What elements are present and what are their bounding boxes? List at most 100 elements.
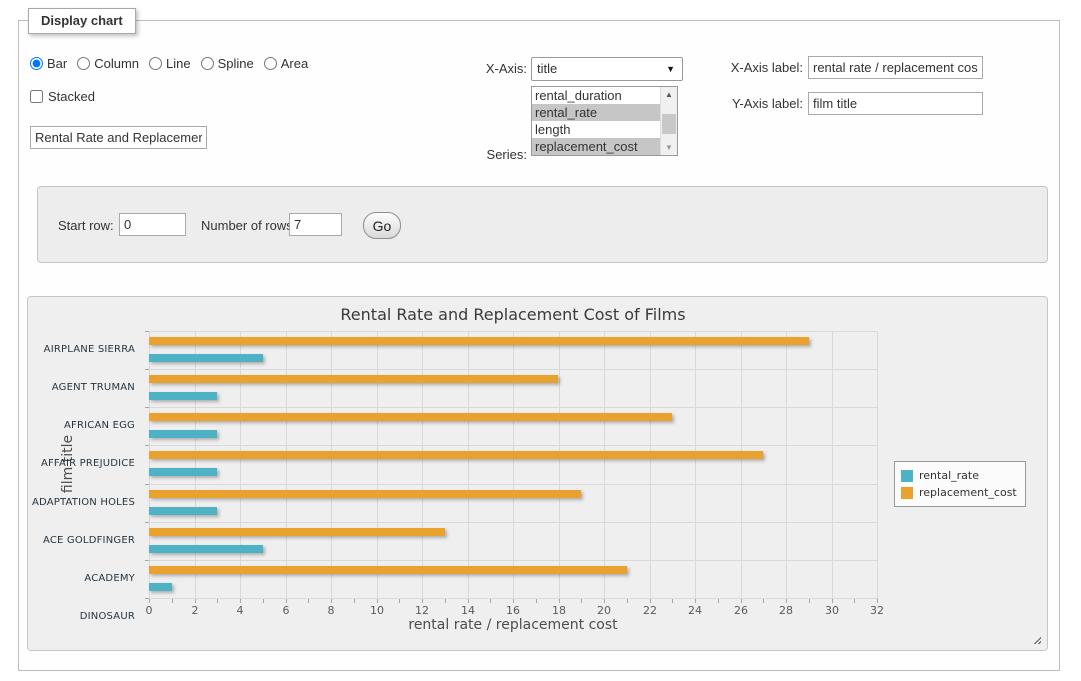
start-row-input[interactable] — [119, 213, 186, 236]
plot-area — [149, 331, 877, 598]
radio-label-line: Line — [166, 56, 191, 71]
bar-replacement_cost[interactable] — [149, 337, 809, 345]
number-of-rows-input[interactable] — [289, 213, 342, 236]
legend-label-rental_rate: rental_rate — [919, 469, 979, 482]
start-row-label: Start row: — [58, 218, 114, 233]
series-scrollbar[interactable]: ▲ ▼ — [660, 87, 677, 155]
bar-replacement_cost[interactable] — [149, 413, 672, 421]
dropdown-arrow-icon: ▼ — [666, 65, 675, 74]
x-tick-label: 2 — [175, 604, 215, 617]
fieldset-legend: Display chart — [28, 8, 136, 34]
x-axis-tick — [331, 599, 332, 603]
x-tick-label: 24 — [675, 604, 715, 617]
y-category-label: ACADEMY DINOSAUR — [28, 560, 142, 598]
y-axis-tick — [145, 369, 149, 370]
chart-legend: rental_rate replacement_cost — [894, 461, 1026, 507]
y-category-label: AFRICAN EGG — [28, 407, 142, 445]
x-axis-tick — [559, 599, 560, 603]
gridline-horizontal — [149, 331, 877, 332]
number-of-rows-label: Number of rows: — [201, 218, 296, 233]
gridline-vertical — [468, 331, 469, 598]
go-button[interactable]: Go — [363, 212, 401, 239]
bar-replacement_cost[interactable] — [149, 451, 763, 459]
gridline-horizontal — [149, 560, 877, 561]
bar-rental_rate[interactable] — [149, 430, 217, 438]
x-tick-label: 28 — [766, 604, 806, 617]
bar-rental_rate[interactable] — [149, 392, 217, 400]
x-axis-label-label: X-Axis label: — [715, 60, 803, 75]
series-option-rental_duration[interactable]: rental_duration — [532, 87, 660, 104]
gridline-horizontal — [149, 522, 877, 523]
x-axis-tick — [604, 599, 605, 603]
gridline-vertical — [422, 331, 423, 598]
scroll-down-icon[interactable]: ▼ — [661, 140, 677, 155]
x-axis-tick — [195, 599, 196, 603]
bar-rental_rate[interactable] — [149, 545, 263, 553]
chart-canvas: Rental Rate and Replacement Cost of Film… — [28, 297, 1047, 650]
series-option-rental_rate[interactable]: rental_rate — [532, 104, 660, 121]
gridline-vertical — [695, 331, 696, 598]
x-axis-tick — [627, 599, 628, 603]
y-axis-tick — [145, 407, 149, 408]
chart-type-option-area[interactable]: Area — [264, 56, 308, 71]
x-axis-tick — [832, 599, 833, 603]
x-axis-label-input[interactable] — [808, 56, 983, 79]
chart-type-option-bar[interactable]: Bar — [30, 56, 67, 71]
y-axis-tick — [145, 560, 149, 561]
x-axis-title: rental rate / replacement cost — [149, 617, 877, 633]
chart-title-input[interactable] — [30, 126, 207, 149]
bar-replacement_cost[interactable] — [149, 566, 627, 574]
chart-type-option-line[interactable]: Line — [149, 56, 191, 71]
chart-type-option-column[interactable]: Column — [77, 56, 139, 71]
x-tick-label: 16 — [493, 604, 533, 617]
x-axis-tick — [741, 599, 742, 603]
legend-label-replacement_cost: replacement_cost — [919, 486, 1017, 499]
radio-area[interactable] — [264, 57, 277, 70]
x-tick-label: 14 — [448, 604, 488, 617]
gridline-vertical — [741, 331, 742, 598]
scroll-up-icon[interactable]: ▲ — [661, 87, 677, 102]
x-axis-tick — [695, 599, 696, 603]
gridline-vertical — [331, 331, 332, 598]
series-option-length[interactable]: length — [532, 121, 660, 138]
bar-replacement_cost[interactable] — [149, 375, 558, 383]
radio-bar[interactable] — [30, 57, 43, 70]
x-axis-select[interactable]: title ▼ — [531, 57, 683, 81]
legend-item-replacement_cost[interactable]: replacement_cost — [901, 484, 1017, 501]
x-axis-tick — [217, 599, 218, 603]
x-tick-label: 8 — [311, 604, 351, 617]
x-axis-tick — [286, 599, 287, 603]
x-tick-label: 32 — [857, 604, 897, 617]
bar-rental_rate[interactable] — [149, 468, 217, 476]
radio-spline[interactable] — [201, 57, 214, 70]
gridline-horizontal — [149, 484, 877, 485]
chart-type-option-spline[interactable]: Spline — [201, 56, 254, 71]
x-axis-tick — [354, 599, 355, 603]
x-axis-tick — [172, 599, 173, 603]
gridline-vertical — [286, 331, 287, 598]
bar-rental_rate[interactable] — [149, 354, 263, 362]
y-axis-label-input[interactable] — [808, 92, 983, 115]
x-axis-tick — [263, 599, 264, 603]
x-axis-tick — [468, 599, 469, 603]
scrollbar-thumb[interactable] — [662, 114, 676, 134]
bar-rental_rate[interactable] — [149, 507, 217, 515]
x-axis-tick — [399, 599, 400, 603]
series-label: Series: — [455, 147, 527, 162]
stacked-checkbox-row: Stacked — [30, 89, 95, 104]
radio-column[interactable] — [77, 57, 90, 70]
series-listbox[interactable]: rental_durationrental_ratelengthreplacem… — [531, 86, 678, 156]
y-category-label: ADAPTATION HOLES — [28, 484, 142, 522]
radio-line[interactable] — [149, 57, 162, 70]
x-axis-label: X-Axis: — [455, 61, 527, 76]
bar-replacement_cost[interactable] — [149, 528, 445, 536]
legend-item-rental_rate[interactable]: rental_rate — [901, 467, 1017, 484]
y-category-label: ACE GOLDFINGER — [28, 522, 142, 560]
bar-rental_rate[interactable] — [149, 583, 172, 591]
stacked-checkbox[interactable] — [30, 90, 43, 103]
series-option-replacement_cost[interactable]: replacement_cost — [532, 138, 660, 155]
bar-replacement_cost[interactable] — [149, 490, 581, 498]
x-tick-label: 18 — [539, 604, 579, 617]
x-axis-tick — [672, 599, 673, 603]
gridline-vertical — [832, 331, 833, 598]
